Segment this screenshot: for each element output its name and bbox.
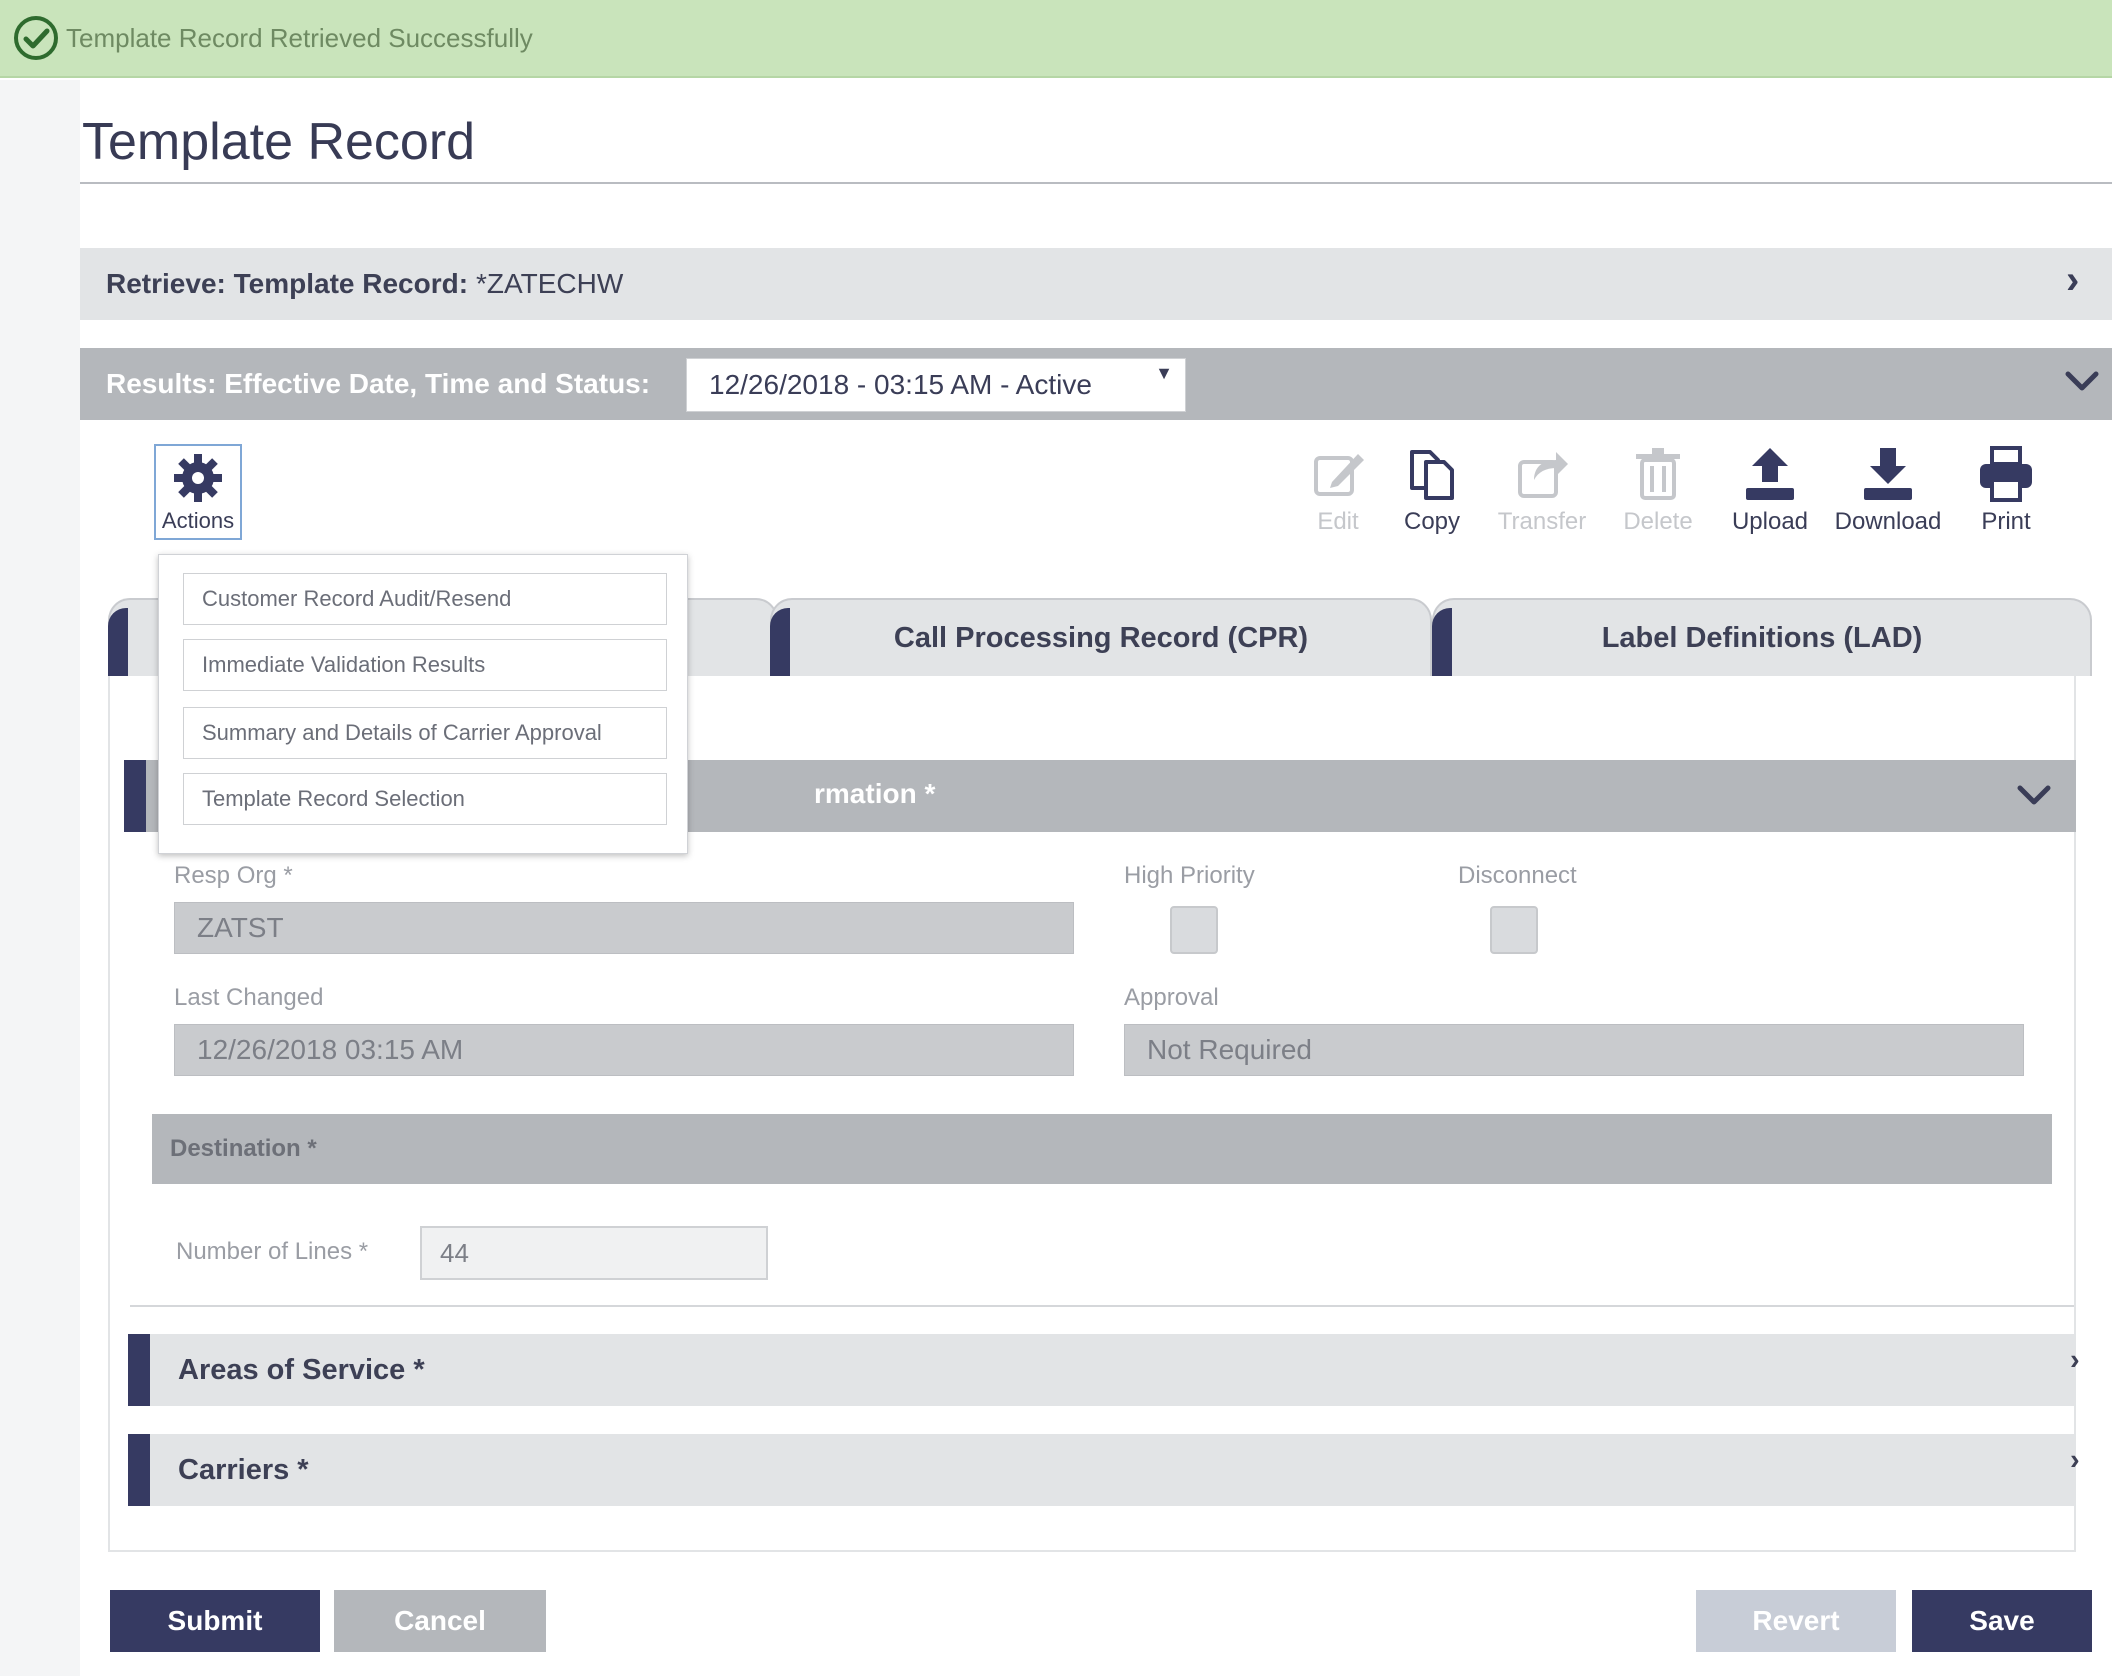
section-title: rmation * <box>814 778 936 809</box>
transfer-button[interactable]: Transfer <box>1482 444 1602 536</box>
resp-org-value: ZATST <box>197 912 284 943</box>
effective-date-select[interactable]: 12/26/2018 - 03:15 AM - Active ▼ <box>686 358 1186 412</box>
tab-lad-label: Label Definitions (LAD) <box>1601 621 1923 654</box>
retrieve-label: Retrieve: Template Record: <box>106 268 469 299</box>
effective-date-value: 12/26/2018 - 03:15 AM - Active <box>709 369 1092 400</box>
disconnect-label: Disconnect <box>1458 862 1577 889</box>
tab-cpr[interactable]: Call Processing Record (CPR) <box>770 598 1432 678</box>
trash-icon <box>1636 448 1680 500</box>
title-divider <box>80 182 2112 184</box>
high-priority-label: High Priority <box>1124 862 1255 889</box>
revert-button[interactable]: Revert <box>1696 1590 1896 1652</box>
last-changed-label: Last Changed <box>174 984 324 1011</box>
delete-button[interactable]: Delete <box>1598 444 1718 536</box>
chevron-right-icon[interactable]: › <box>2066 258 2079 303</box>
chevron-right-icon[interactable]: › <box>2070 1344 2080 1377</box>
share-icon <box>1518 452 1568 498</box>
section-accent <box>128 1434 150 1506</box>
approval-value: Not Required <box>1147 1034 1312 1065</box>
tab-accent <box>1432 608 1452 678</box>
copy-icon <box>1410 450 1454 500</box>
revert-label: Revert <box>1752 1605 1840 1636</box>
retrieve-panel-header[interactable]: Retrieve: Template Record: *ZATECHW › <box>80 248 2112 320</box>
transfer-label: Transfer <box>1497 508 1587 535</box>
number-of-lines-value: 44 <box>440 1237 469 1268</box>
menu-item-immediate-validation[interactable]: Immediate Validation Results <box>183 639 667 691</box>
edit-icon <box>1314 454 1364 496</box>
approval-field[interactable]: Not Required <box>1124 1024 2024 1076</box>
section-accent <box>124 760 146 832</box>
save-button[interactable]: Save <box>1912 1590 2092 1652</box>
menu-item-customer-record-audit[interactable]: Customer Record Audit/Resend <box>183 573 667 625</box>
last-changed-field[interactable]: 12/26/2018 03:15 AM <box>174 1024 1074 1076</box>
disconnect-checkbox[interactable] <box>1490 906 1538 954</box>
page-title: Template Record <box>82 113 476 171</box>
success-banner: Template Record Retrieved Successfully <box>0 0 2112 78</box>
left-gutter <box>0 80 80 1676</box>
actions-label: Actions <box>161 508 235 533</box>
save-label: Save <box>1969 1605 2035 1636</box>
download-icon <box>1864 448 1912 500</box>
number-of-lines-label: Number of Lines * <box>176 1238 369 1265</box>
carriers-title: Carriers * <box>178 1453 309 1486</box>
destination-title: Destination * <box>170 1135 317 1162</box>
upload-button[interactable]: Upload <box>1710 444 1830 536</box>
caret-down-icon: ▼ <box>1155 363 1173 383</box>
tab-accent <box>108 608 128 678</box>
results-label: Results: Effective Date, Time and Status… <box>106 368 651 399</box>
cancel-button[interactable]: Cancel <box>334 1590 546 1652</box>
upload-label: Upload <box>1731 508 1809 535</box>
retrieve-value: *ZATECHW <box>476 268 624 299</box>
delete-label: Delete <box>1623 508 1693 535</box>
destination-header: Destination * <box>152 1114 2052 1184</box>
chevron-down-icon[interactable] <box>2064 368 2100 396</box>
edit-label: Edit <box>1317 508 1359 535</box>
actions-button[interactable]: Actions <box>154 444 242 540</box>
areas-of-service-title: Areas of Service * <box>178 1353 425 1386</box>
results-panel-header: Results: Effective Date, Time and Status… <box>80 348 2112 420</box>
last-changed-value: 12/26/2018 03:15 AM <box>197 1034 464 1065</box>
actions-menu: Customer Record Audit/Resend Immediate V… <box>158 554 688 854</box>
printer-icon <box>1980 446 2032 502</box>
print-button[interactable]: Print <box>1946 444 2066 536</box>
section-divider <box>130 1305 2074 1307</box>
download-button[interactable]: Download <box>1828 444 1948 536</box>
resp-org-label: Resp Org * <box>174 862 293 889</box>
upload-icon <box>1746 448 1794 500</box>
approval-label: Approval <box>1124 984 1219 1011</box>
gear-icon <box>174 454 222 502</box>
chevron-down-icon[interactable] <box>2016 782 2052 810</box>
download-label: Download <box>1834 508 1942 535</box>
chevron-right-icon[interactable]: › <box>2070 1444 2080 1477</box>
section-accent <box>128 1334 150 1406</box>
check-circle-icon <box>14 16 58 60</box>
submit-label: Submit <box>167 1605 263 1636</box>
banner-message: Template Record Retrieved Successfully <box>66 22 533 53</box>
tab-lad[interactable]: Label Definitions (LAD) <box>1432 598 2092 678</box>
cancel-label: Cancel <box>394 1605 486 1636</box>
carriers-header[interactable]: Carriers * › <box>128 1434 2080 1506</box>
submit-button[interactable]: Submit <box>110 1590 320 1652</box>
resp-org-field[interactable]: ZATST <box>174 902 1074 954</box>
copy-label: Copy <box>1403 508 1461 535</box>
menu-item-template-selection[interactable]: Template Record Selection <box>183 773 667 825</box>
copy-button[interactable]: Copy <box>1372 444 1492 536</box>
print-label: Print <box>1981 508 2031 535</box>
areas-of-service-header[interactable]: Areas of Service * › <box>128 1334 2080 1406</box>
tab-cpr-label: Call Processing Record (CPR) <box>893 621 1309 654</box>
high-priority-checkbox[interactable] <box>1170 906 1218 954</box>
menu-item-carrier-approval[interactable]: Summary and Details of Carrier Approval <box>183 707 667 759</box>
number-of-lines-input[interactable]: 44 <box>420 1226 768 1280</box>
tab-accent <box>770 608 790 678</box>
